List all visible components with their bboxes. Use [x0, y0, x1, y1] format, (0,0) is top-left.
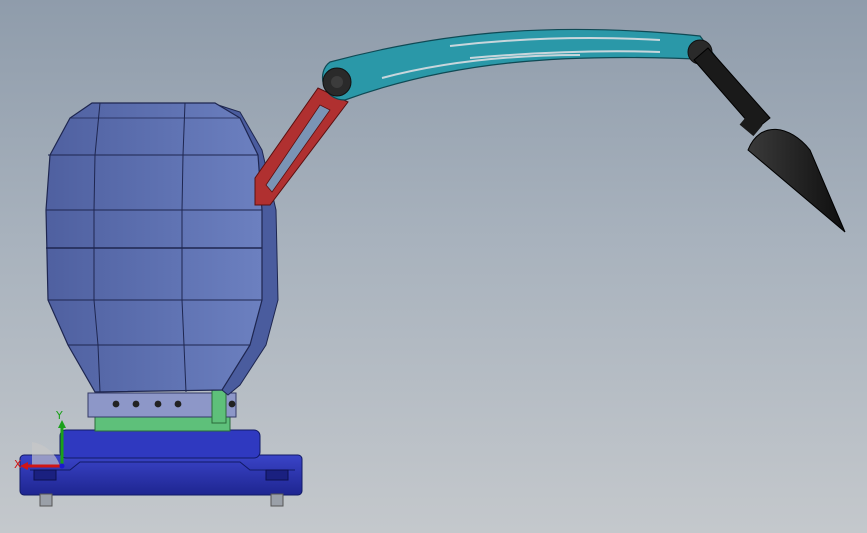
- teal-arm[interactable]: [321, 28, 720, 101]
- motor-housing[interactable]: [45, 102, 263, 393]
- x-axis-label: X: [14, 458, 22, 471]
- red-link[interactable]: [254, 87, 349, 206]
- robot-arm-model[interactable]: [0, 0, 867, 533]
- coordinate-triad: Y X: [14, 409, 66, 471]
- z-axis-origin: [59, 463, 65, 469]
- wrist-link[interactable]: [693, 47, 771, 131]
- cad-viewport[interactable]: Y X: [0, 0, 867, 533]
- y-axis-label: Y: [55, 409, 63, 422]
- tool-tip[interactable]: [747, 128, 846, 233]
